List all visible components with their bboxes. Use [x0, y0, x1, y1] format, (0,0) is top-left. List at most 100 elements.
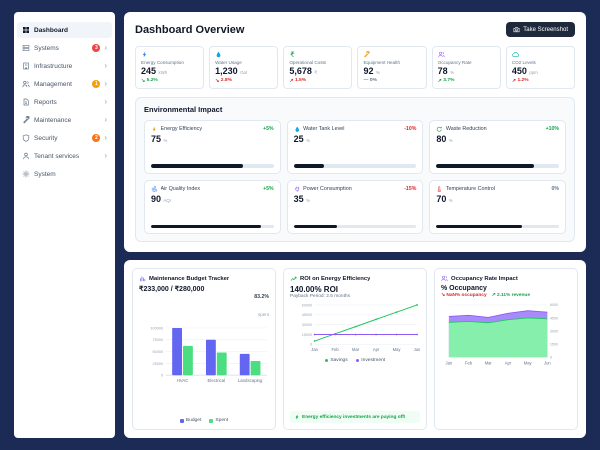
- metric-value: 80 %: [436, 134, 453, 144]
- env-metric-energy-efficiency: Energy Efficiency +5% 75 %: [144, 119, 281, 174]
- bar-chart-icon: [139, 275, 146, 282]
- svg-text:1500: 1500: [550, 342, 558, 346]
- kpi-change: ↗ 1.2%: [511, 78, 529, 84]
- metric-change: 0%: [551, 186, 560, 192]
- kpi-card-operational-costs: Operational Costs 5,678 ₹ ↗ 1.5%: [283, 46, 353, 89]
- sidebar-item-label: Management: [34, 80, 72, 88]
- svg-text:0: 0: [161, 373, 163, 377]
- overview-panel: Dashboard Overview Take Screenshot Energ…: [124, 12, 586, 252]
- camera-icon: [513, 26, 520, 33]
- users-icon: [438, 51, 445, 58]
- metric-change: -10%: [404, 125, 417, 132]
- metric-change: -15%: [404, 186, 417, 192]
- sidebar-item-label: Reports: [34, 98, 57, 106]
- kpi-change: ↘ 2.8%: [215, 78, 232, 84]
- chevron-right-icon: ›: [104, 61, 107, 70]
- progress-fill: [436, 224, 523, 228]
- sidebar-item-security[interactable]: Security 2 ›: [17, 130, 112, 146]
- kpi-change: ↗ 1.5%: [289, 78, 307, 84]
- progress-track: [151, 224, 274, 228]
- page-title: Dashboard Overview: [135, 23, 245, 36]
- sidebar-item-label: Systems: [34, 44, 59, 52]
- svg-text:Feb: Feb: [465, 361, 473, 366]
- progress-fill: [293, 164, 325, 168]
- svg-text:HVAC: HVAC: [177, 378, 189, 383]
- budget-legend: Budget Spent: [139, 416, 269, 423]
- users-icon: [22, 80, 30, 88]
- sidebar-item-systems[interactable]: Systems 3 ›: [17, 40, 112, 56]
- progress-fill: [436, 164, 535, 168]
- wrench-icon: [22, 116, 30, 124]
- sidebar-item-system[interactable]: System: [17, 166, 112, 182]
- kpi-value: 1,230 Gal: [215, 66, 247, 76]
- metric-name: Energy Efficiency: [160, 125, 203, 132]
- budget-spent: 83.2% spent: [254, 294, 269, 318]
- metric-value: 35 %: [293, 194, 311, 205]
- kpi-value: 92 %: [363, 66, 380, 76]
- metric-name: Power Consumption: [303, 186, 352, 192]
- progress-track: [293, 224, 417, 228]
- kpi-value: 450 ppm: [511, 66, 538, 76]
- roi-note: Energy efficiency investments are paying…: [290, 411, 420, 423]
- metric-change: +5%: [263, 186, 274, 192]
- svg-text:15000: 15000: [302, 333, 312, 337]
- sidebar-item-label: Infrastructure: [34, 62, 73, 70]
- sidebar-item-management[interactable]: Management 1 ›: [17, 76, 112, 92]
- kpi-card-co2-levels: CO2 Levels 450 ppm ↗ 1.2%: [505, 46, 575, 89]
- occupancy-change: ↘ NaN% occupancy: [441, 293, 487, 298]
- kpi-unit: ppm: [529, 70, 538, 75]
- metric-name: Air Quality Index: [160, 186, 201, 192]
- kpi-unit: kWh: [158, 70, 168, 75]
- sidebar-item-tenant-services[interactable]: Tenant services ›: [17, 148, 112, 164]
- users-icon: [441, 275, 448, 282]
- svg-text:Feb: Feb: [332, 347, 340, 352]
- chevron-right-icon: ›: [104, 97, 107, 106]
- progress-track: [293, 164, 417, 168]
- app-window: Dashboard Systems 3 › Infrastructure › M…: [0, 0, 600, 450]
- sidebar-item-label: Maintenance: [34, 116, 72, 124]
- progress-fill: [151, 164, 243, 168]
- sidebar-item-label: Tenant services: [34, 152, 80, 160]
- metric-value: 90 AQI: [151, 194, 171, 205]
- take-screenshot-label: Take Screenshot: [523, 26, 568, 33]
- svg-text:60000: 60000: [302, 303, 312, 307]
- trend-up-icon: [290, 275, 297, 282]
- metric-value: 75 %: [151, 134, 168, 144]
- occupancy-stats: ↘ NaN% occupancy ↗ 2.11% revenue: [441, 293, 571, 298]
- svg-text:Apr: Apr: [505, 361, 512, 366]
- sidebar-item-maintenance[interactable]: Maintenance ›: [17, 112, 112, 128]
- trend-arrow-icon: ↘: [215, 78, 220, 84]
- revenue-change: ↗ 2.11% revenue: [491, 293, 531, 298]
- roi-value: 140.00% ROI: [290, 285, 339, 294]
- kpi-change: —0%: [363, 77, 377, 83]
- occupancy-area-chart: 0 1500 3000 4500 6000 Jan Feb Mar Apr May Jun: [446, 303, 559, 366]
- sidebar-item-reports[interactable]: Reports ›: [17, 94, 112, 110]
- droplet-icon: [294, 126, 301, 133]
- chevron-right-icon: ›: [104, 133, 107, 142]
- sidebar-item-label: Dashboard: [34, 26, 68, 34]
- card-title: Occupancy Rate Impact: [451, 275, 518, 282]
- take-screenshot-button[interactable]: Take Screenshot: [506, 22, 575, 37]
- svg-text:Jan: Jan: [446, 361, 453, 366]
- env-metric-temperature-control: Temperature Control 0% 70 %: [429, 179, 566, 234]
- metric-change: +5%: [263, 125, 274, 132]
- svg-text:Mar: Mar: [352, 347, 360, 352]
- chevron-right-icon: ›: [104, 43, 107, 52]
- chevron-right-icon: ›: [104, 151, 107, 160]
- shield-icon: [22, 134, 30, 142]
- sidebar-item-infrastructure[interactable]: Infrastructure ›: [17, 58, 112, 74]
- metric-name: Water Tank Level: [303, 125, 345, 132]
- section-title: Environmental Impact: [144, 104, 223, 114]
- budget-bar-chart: 0 25000 50000 75000 100000 HVAC Electrical Land…: [150, 326, 268, 383]
- metric-name: Waste Reduction: [445, 125, 487, 132]
- trend-arrow-icon: —: [363, 77, 369, 83]
- kpi-unit: %: [450, 70, 455, 75]
- sidebar-item-dashboard[interactable]: Dashboard: [17, 22, 112, 38]
- progress-track: [436, 224, 559, 228]
- kpi-card-equipment-health: Equipment Health 92 % —0%: [357, 46, 427, 89]
- wind-icon: [151, 186, 158, 193]
- svg-text:0: 0: [550, 355, 552, 359]
- server-icon: [22, 44, 30, 52]
- analytics-panel: Maintenance Budget Tracker ₹233,000 / ₹2…: [124, 260, 586, 438]
- plug-icon: [294, 186, 301, 193]
